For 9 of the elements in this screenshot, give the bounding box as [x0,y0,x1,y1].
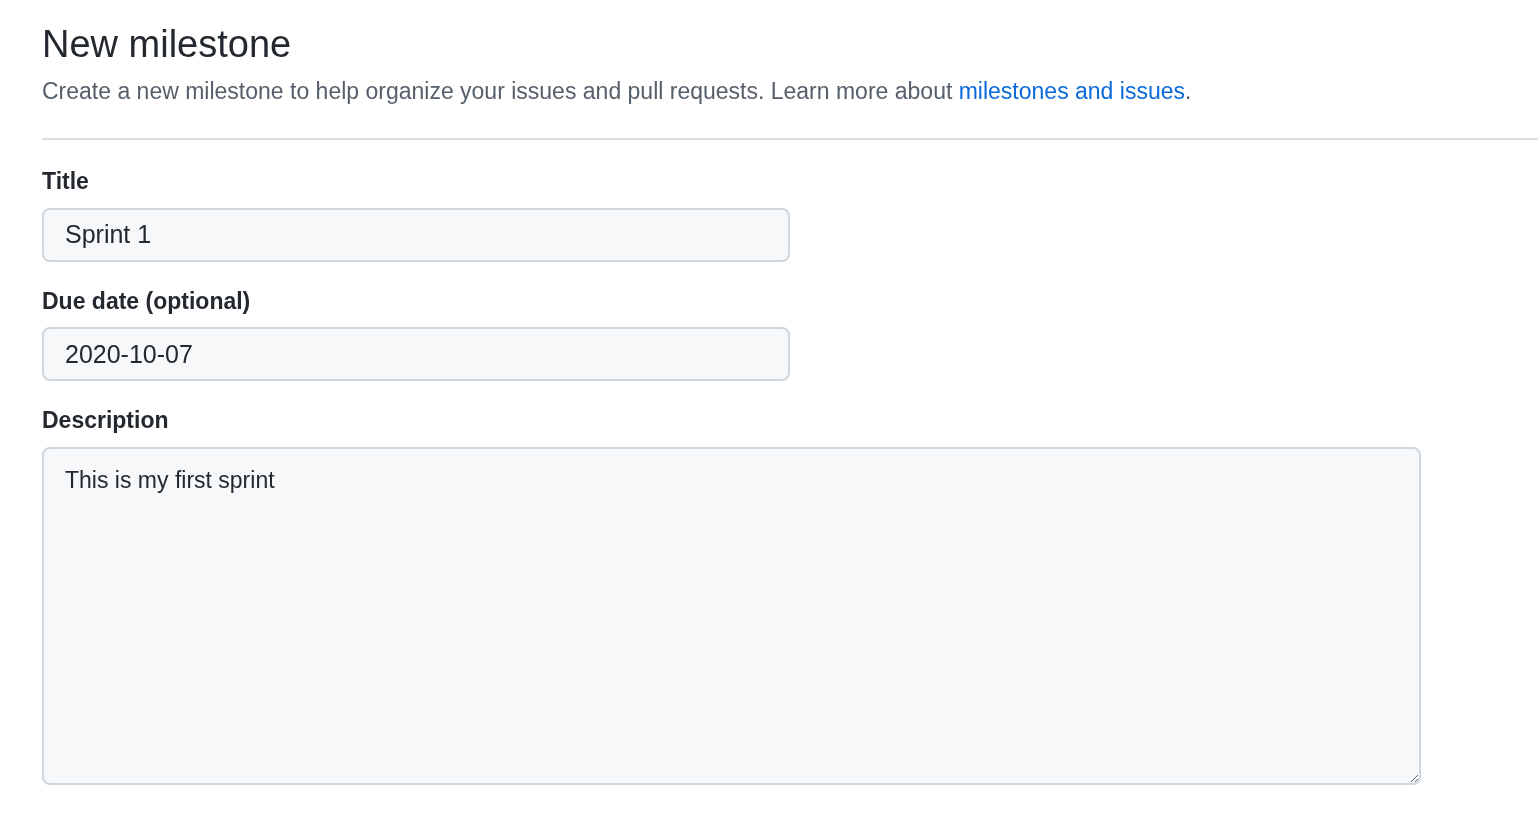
date-field[interactable]: 2020-10-07 [42,327,790,382]
help-link[interactable]: milestones and issues [958,77,1185,104]
field-label: Title [42,168,90,196]
field-label: Description [42,407,170,435]
field-label: Due date (optional) [42,287,252,316]
intro-text: Create a new milestone to help organize your issues and pull requests. Learn more about milestones and issues. [42,76,1193,106]
title-field[interactable]: Sprint 1 [42,207,790,262]
description-field[interactable]: This is my first sprint [42,446,1421,785]
page-title: New milestone [42,22,293,67]
